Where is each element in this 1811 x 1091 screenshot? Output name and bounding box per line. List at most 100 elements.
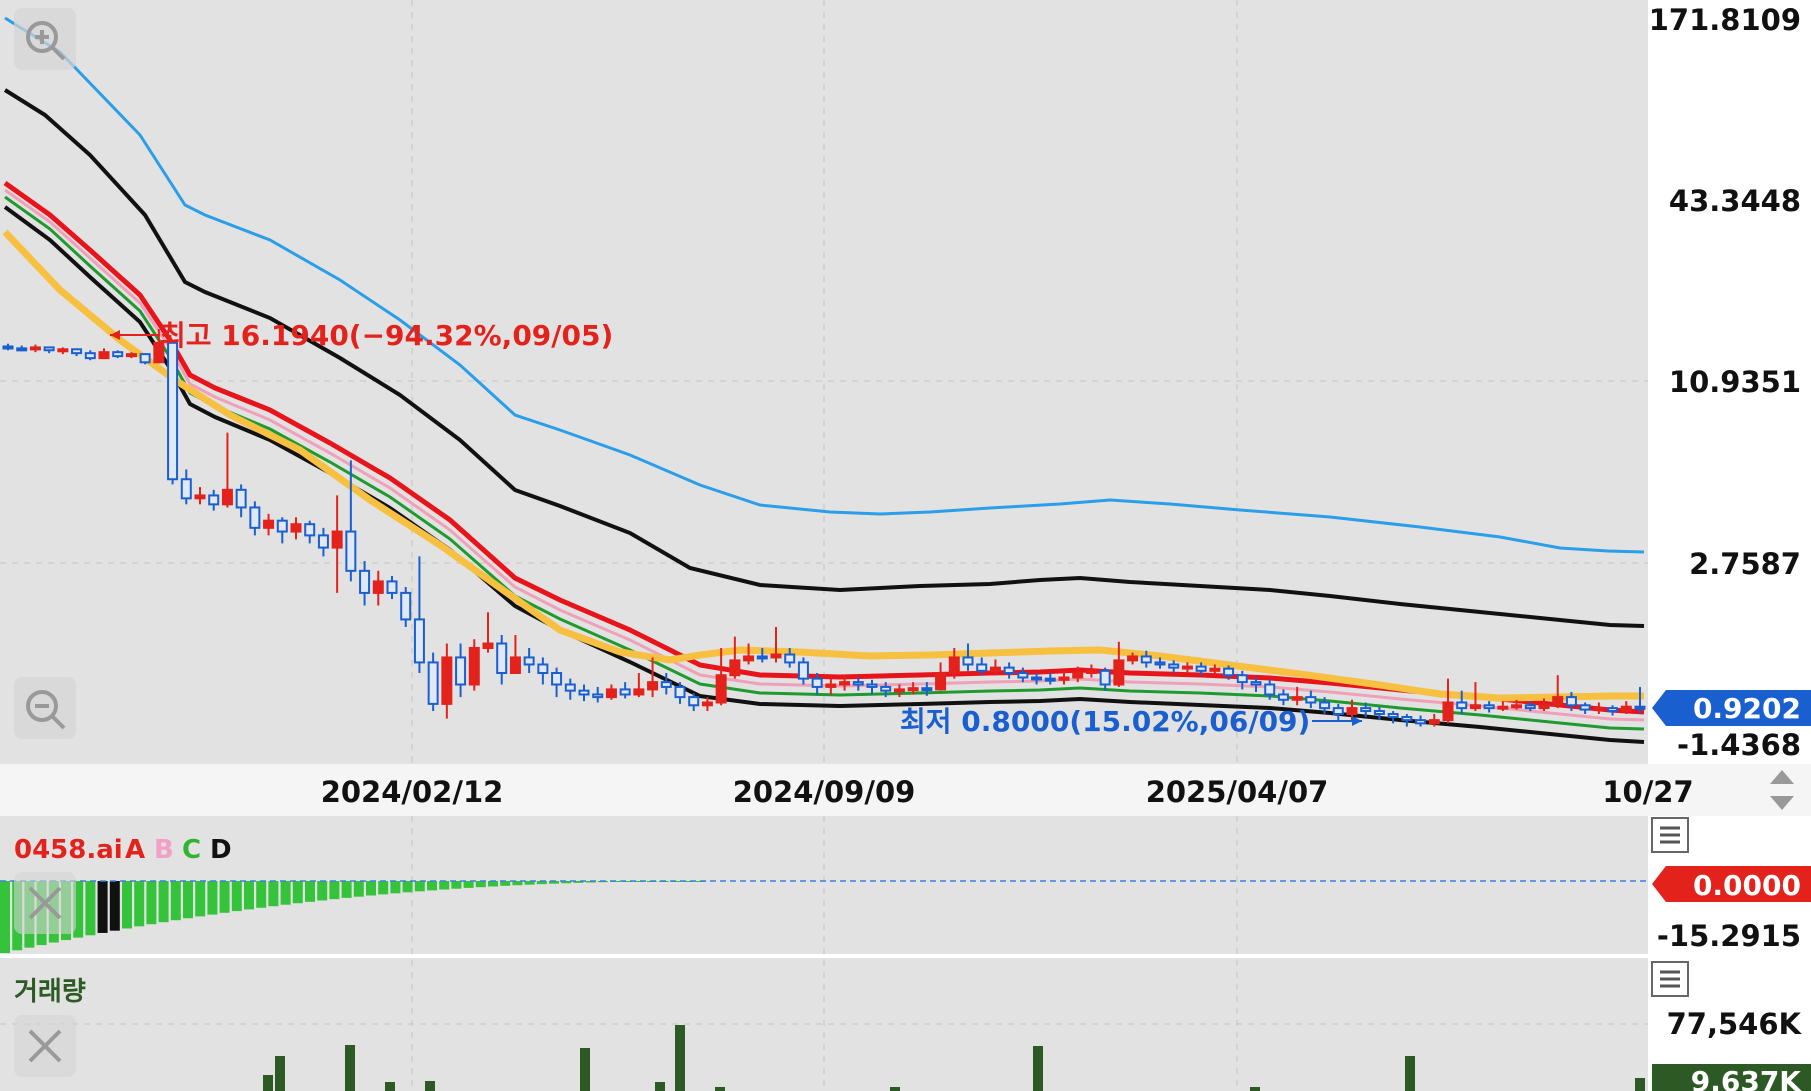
candle-body[interactable] (1236, 674, 1248, 684)
candle-body[interactable] (756, 655, 768, 660)
candle-body[interactable] (1415, 719, 1427, 725)
candle-body[interactable] (208, 494, 220, 506)
candle-body[interactable] (523, 656, 535, 666)
candle-body[interactable] (84, 352, 96, 360)
candle-body[interactable] (1140, 655, 1152, 664)
candle-body[interactable] (866, 683, 878, 688)
candle-body[interactable] (1127, 655, 1139, 662)
candle-body[interactable] (1565, 696, 1577, 707)
candle-body[interactable] (194, 494, 206, 500)
candle-body[interactable] (1113, 659, 1125, 686)
candle-body[interactable] (1209, 667, 1221, 672)
candle-body[interactable] (125, 353, 137, 358)
candle-body[interactable] (1442, 701, 1454, 722)
candle-body[interactable] (1373, 710, 1385, 715)
candle-body[interactable] (1031, 676, 1043, 681)
candle-body[interactable] (400, 591, 412, 621)
candle-body[interactable] (441, 656, 453, 705)
candle-body[interactable] (770, 653, 782, 659)
candle-body[interactable] (1003, 666, 1015, 675)
candle-body[interactable] (811, 677, 823, 688)
candle-body[interactable] (386, 580, 398, 594)
candle-body[interactable] (2, 345, 14, 350)
candle-body[interactable] (43, 346, 55, 352)
indicator-menu-button[interactable] (1651, 817, 1689, 853)
candle-body[interactable] (619, 688, 631, 696)
candle-body[interactable] (893, 688, 905, 693)
candle-body[interactable] (935, 672, 947, 691)
candle-body[interactable] (1332, 707, 1344, 715)
candle-body[interactable] (1058, 676, 1070, 681)
candle-body[interactable] (1456, 701, 1468, 710)
candle-body[interactable] (1483, 704, 1495, 710)
candle-body[interactable] (797, 661, 809, 680)
candle-body[interactable] (1195, 665, 1207, 672)
candle-body[interactable] (1401, 716, 1413, 722)
candle-body[interactable] (1154, 661, 1166, 666)
candle-body[interactable] (468, 646, 480, 686)
candle-body[interactable] (290, 523, 302, 533)
candle-body[interactable] (1319, 701, 1331, 710)
candle-body[interactable] (1168, 663, 1180, 669)
candle-body[interactable] (359, 569, 371, 594)
candle-body[interactable] (578, 689, 590, 696)
candle-body[interactable] (701, 701, 713, 707)
candle-body[interactable] (1360, 707, 1372, 713)
candle-body[interactable] (1552, 696, 1564, 707)
candle-body[interactable] (989, 666, 1001, 672)
candle-body[interactable] (1346, 707, 1358, 715)
candle-body[interactable] (221, 488, 233, 506)
candle-body[interactable] (139, 353, 151, 364)
candle-body[interactable] (71, 348, 83, 355)
candle-body[interactable] (825, 683, 837, 688)
candle-body[interactable] (674, 685, 686, 699)
candle-body[interactable] (1497, 705, 1509, 710)
candle-body[interactable] (1291, 696, 1303, 701)
candle-body[interactable] (1634, 705, 1646, 710)
candle-body[interactable] (976, 663, 988, 672)
candle-body[interactable] (1085, 669, 1097, 675)
candle-body[interactable] (1264, 683, 1276, 696)
candle-body[interactable] (1511, 704, 1523, 709)
candle-body[interactable] (1579, 704, 1591, 711)
candle-body[interactable] (29, 346, 41, 351)
candle-body[interactable] (1387, 712, 1399, 719)
candle-body[interactable] (317, 534, 329, 549)
candle-body[interactable] (345, 530, 357, 572)
zoom-out-button[interactable] (14, 677, 76, 739)
candle-body[interactable] (249, 506, 261, 529)
candle-body[interactable] (564, 683, 576, 692)
candle-body[interactable] (948, 656, 960, 675)
candle-body[interactable] (605, 688, 617, 699)
candle-body[interactable] (1469, 704, 1481, 710)
candle-body[interactable] (660, 681, 672, 688)
candle-body[interactable] (537, 663, 549, 675)
candle-body[interactable] (880, 685, 892, 692)
stock-chart[interactable]: 최고 16.1940(−94.32%,09/05) 최저 0.8000(15.0… (0, 0, 1811, 1091)
candle-body[interactable] (509, 656, 521, 675)
candle-body[interactable] (962, 656, 974, 666)
candle-body[interactable] (1072, 672, 1084, 679)
candle-body[interactable] (304, 523, 316, 537)
candle-body[interactable] (907, 687, 919, 692)
indicator-close-button[interactable] (14, 872, 76, 934)
candle-body[interactable] (1017, 672, 1029, 679)
candle-body[interactable] (482, 642, 494, 649)
candle-body[interactable] (633, 688, 645, 696)
candle-body[interactable] (1250, 681, 1262, 686)
candle-body[interactable] (427, 661, 439, 705)
candle-body[interactable] (715, 674, 727, 704)
candle-body[interactable] (1428, 719, 1440, 725)
candle-body[interactable] (263, 519, 275, 529)
candle-body[interactable] (551, 672, 563, 686)
candle-body[interactable] (167, 341, 179, 481)
candle-body[interactable] (455, 656, 467, 686)
candle-body[interactable] (276, 519, 288, 533)
axis-scroll-button[interactable] (1755, 764, 1811, 816)
candle-body[interactable] (1044, 677, 1056, 682)
candle-body[interactable] (743, 655, 755, 662)
candle-body[interactable] (372, 580, 384, 594)
candle-body[interactable] (784, 653, 796, 664)
candle-body[interactable] (729, 659, 741, 677)
candle-body[interactable] (496, 642, 508, 675)
